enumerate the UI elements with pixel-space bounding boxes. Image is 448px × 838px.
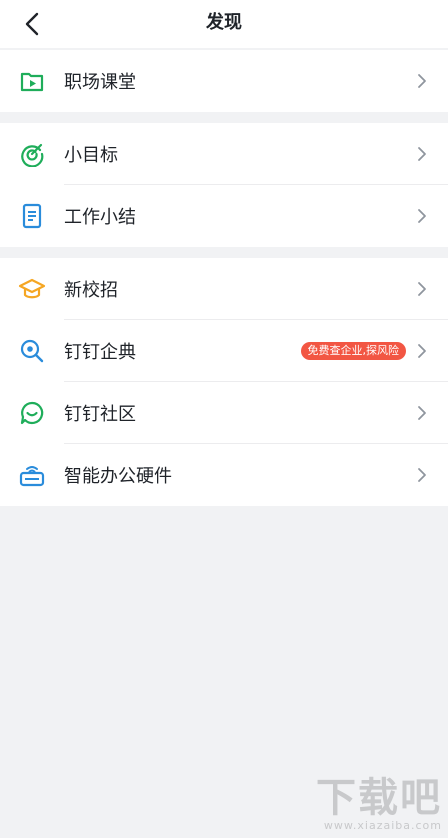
menu-item-community[interactable]: 钉钉社区 xyxy=(0,382,448,444)
promo-badge: 免费查企业,探风险 xyxy=(300,342,406,360)
top-nav-bar: 发现 xyxy=(0,0,448,48)
menu-item-label: 钉钉社区 xyxy=(64,404,136,425)
search-magnifier-icon xyxy=(18,337,46,365)
menu-group-2: 小目标 工作小结 xyxy=(0,123,448,247)
chevron-right-icon xyxy=(414,281,430,297)
chevron-right-icon xyxy=(414,343,430,359)
graduation-cap-icon xyxy=(18,275,46,303)
video-folder-icon xyxy=(18,67,46,95)
menu-item-company-lookup[interactable]: 钉钉企典 免费查企业,探风险 xyxy=(0,320,448,382)
menu-group-3: 新校招 钉钉企典 免费查企业,探风险 钉钉社区 智能办公硬件 xyxy=(0,258,448,506)
chevron-right-icon xyxy=(414,467,430,483)
menu-item-label: 小目标 xyxy=(64,145,118,166)
menu-group-1: 职场课堂 xyxy=(0,50,448,112)
chevron-right-icon xyxy=(414,405,430,421)
menu-item-work-summary[interactable]: 工作小结 xyxy=(0,185,448,247)
chat-bubble-icon xyxy=(18,399,46,427)
device-icon xyxy=(18,461,46,489)
menu-item-label: 新校招 xyxy=(64,280,118,301)
menu-item-label: 智能办公硬件 xyxy=(64,466,172,487)
menu-item-label: 职场课堂 xyxy=(64,72,136,93)
target-icon xyxy=(18,140,46,168)
menu-item-office-hardware[interactable]: 智能办公硬件 xyxy=(0,444,448,506)
document-icon xyxy=(18,202,46,230)
chevron-right-icon xyxy=(414,73,430,89)
chevron-right-icon xyxy=(414,146,430,162)
chevron-right-icon xyxy=(414,208,430,224)
menu-item-label: 钉钉企典 xyxy=(64,342,136,363)
menu-item-campus-recruit[interactable]: 新校招 xyxy=(0,258,448,320)
watermark-url: www.xiazaiba.com xyxy=(323,819,442,832)
menu-item-career-class[interactable]: 职场课堂 xyxy=(0,50,448,112)
page-title: 发现 xyxy=(206,12,242,33)
watermark-main: 下载吧 xyxy=(316,775,442,821)
menu-item-small-goals[interactable]: 小目标 xyxy=(0,123,448,185)
watermark: 下载吧 www.xiazaiba.com xyxy=(306,777,442,832)
menu-item-label: 工作小结 xyxy=(64,207,136,228)
